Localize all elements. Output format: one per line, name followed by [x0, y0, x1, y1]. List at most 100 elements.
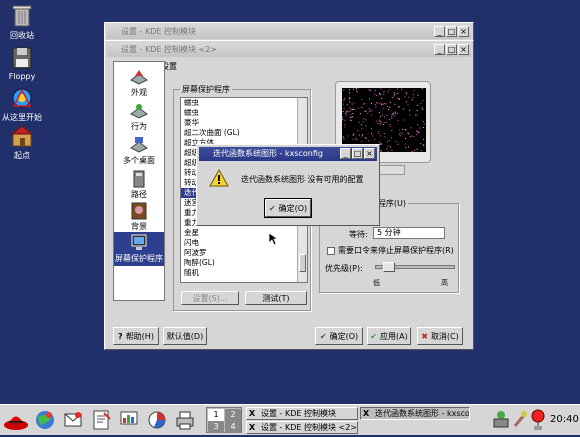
multiple-desktops-icon	[129, 136, 149, 154]
saver-list-item[interactable]: 阿波罗	[181, 248, 307, 258]
priority-slider-thumb[interactable]	[383, 262, 395, 272]
minimize-button[interactable]: _	[434, 44, 445, 55]
sidebar-item-label: 背景	[114, 221, 164, 232]
close-button[interactable]: ×	[458, 26, 469, 37]
redhat-start-icon[interactable]	[2, 408, 30, 434]
update-alert-icon[interactable]	[530, 408, 546, 432]
maximize-button[interactable]: □	[446, 26, 457, 37]
printer-icon[interactable]	[174, 409, 196, 431]
apply-button[interactable]: ✔应用(A)	[367, 327, 411, 345]
checkmark-icon: ✔	[320, 332, 327, 341]
mouse-cursor-icon	[268, 232, 278, 249]
task-kcontrol-2[interactable]: X设置 - KDE 控制模块 <2>	[246, 421, 358, 434]
desktop-pager[interactable]: 1 2 3 4	[206, 407, 242, 433]
saver-list-item[interactable]: 超二次曲面 (GL)	[181, 128, 307, 138]
behavior-icon	[129, 102, 149, 120]
x-app-icon: X	[249, 422, 255, 433]
desktop-icon-label: 回收站	[0, 30, 44, 41]
saver-list-item[interactable]: 蠕虫	[181, 98, 307, 108]
tools-tray-icon[interactable]	[512, 409, 528, 429]
password-checkbox-row[interactable]: 需要口令来停止屏幕保护程序(R)	[327, 245, 454, 256]
close-button[interactable]: ×	[458, 44, 469, 55]
sidebar-item-label: 屏幕保护程序	[114, 253, 164, 264]
saver-list-item[interactable]: 金星	[181, 228, 307, 238]
sidebar-item-desktops[interactable]: 多个桌面	[114, 134, 164, 166]
desktop-icon-home[interactable]: 起点	[0, 124, 44, 161]
password-checkbox[interactable]	[327, 247, 335, 255]
desktop-icon-floppy[interactable]: Floppy	[0, 46, 44, 81]
paths-icon	[129, 170, 149, 188]
start-here-icon	[9, 86, 35, 110]
preview-screen	[342, 88, 426, 152]
saver-list-item[interactable]: 陶醉(GL)	[181, 258, 307, 268]
maximize-button[interactable]: □	[352, 148, 363, 159]
priority-low-label: 低	[373, 278, 380, 288]
sidebar-item-label: 行为	[114, 121, 164, 132]
help-icon: ?	[118, 332, 123, 341]
sidebar-item-label: 多个桌面	[114, 155, 164, 166]
task-kxsconfig[interactable]: X迭代函数系统图形 - kxsconfig	[360, 407, 470, 420]
close-button[interactable]: ×	[364, 148, 375, 159]
browser-icon[interactable]	[34, 409, 56, 431]
spreadsheet-icon[interactable]	[146, 409, 168, 431]
maximize-button[interactable]: □	[446, 44, 457, 55]
cancel-button[interactable]: ✖取消(C)	[417, 327, 463, 345]
saver-list-item[interactable]: 闪电	[181, 238, 307, 248]
sidebar-item-paths[interactable]: 路径	[114, 168, 164, 200]
sidebar-item-screensaver[interactable]: 屏幕保护程序	[114, 232, 164, 266]
test-button[interactable]: 测试(T)	[245, 291, 307, 305]
clock: 20:40	[550, 414, 579, 425]
priority-high-label: 高	[441, 278, 448, 288]
desktop-icon-label: Floppy	[0, 72, 44, 81]
desktop-icon-start-here[interactable]: 从这里开始	[0, 86, 44, 123]
sidebar-item-appearance[interactable]: 外观	[114, 66, 164, 98]
screensaver-icon	[129, 234, 149, 252]
setup-button[interactable]: 设置(S)...	[181, 291, 239, 305]
icon-sidebar[interactable]: 外观 行为 多个桌面 路径 背景 屏幕保护程序	[113, 61, 165, 301]
mail-icon[interactable]	[62, 409, 84, 431]
warning-icon	[209, 169, 229, 187]
kxsconfig-dialog[interactable]: 迭代函数系统图形 - kxsconfig _□× 迭代函数系统图形 没有可用的配…	[196, 144, 380, 226]
dialog-message: 迭代函数系统图形 没有可用的配置	[241, 174, 364, 185]
back-window-titlebar[interactable]: 设置 - KDE 控制模块 _□×	[107, 25, 471, 39]
network-tray-icon[interactable]	[492, 409, 510, 429]
task-kcontrol-1[interactable]: X设置 - KDE 控制模块	[246, 407, 358, 420]
home-folder-icon	[9, 124, 35, 148]
saver-list-item[interactable]: 随机	[181, 268, 307, 278]
dialog-ok-button[interactable]: ✔确定(O)	[265, 199, 311, 217]
trash-icon	[9, 4, 35, 28]
help-button[interactable]: ?帮助(H)	[113, 327, 159, 345]
cancel-x-icon: ✖	[421, 332, 428, 341]
presentation-icon[interactable]	[118, 409, 140, 431]
minimize-button[interactable]: _	[340, 148, 351, 159]
taskbar: 1 2 3 4 X设置 - KDE 控制模块 X设置 - KDE 控制模块 <2…	[0, 404, 580, 435]
pager-desktop-4[interactable]: 4	[225, 421, 241, 433]
pager-desktop-3[interactable]: 3	[208, 421, 224, 433]
minimize-button[interactable]: _	[434, 26, 445, 37]
dialog-titlebar[interactable]: 迭代函数系统图形 - kxsconfig _□×	[199, 147, 377, 161]
desktop-icon-trash[interactable]: 回收站	[0, 4, 44, 41]
floppy-icon	[9, 46, 35, 70]
pager-desktop-2[interactable]: 2	[225, 409, 241, 421]
x-app-icon: X	[249, 408, 255, 419]
sidebar-item-label: 路径	[114, 189, 164, 200]
wait-spinbox[interactable]: 5 分钟	[373, 227, 445, 239]
scrollbar-thumb[interactable]	[299, 254, 306, 272]
priority-slider[interactable]	[375, 265, 455, 269]
writer-icon[interactable]	[90, 409, 112, 431]
wait-label: 等待:	[349, 229, 368, 240]
sidebar-item-background[interactable]: 背景	[114, 200, 164, 232]
ok-button[interactable]: ✔确定(O)	[315, 327, 363, 345]
saver-list-item[interactable]: 豪华	[181, 118, 307, 128]
defaults-button[interactable]: 默认值(D)	[163, 327, 207, 345]
main-window-titlebar[interactable]: 设置 - KDE 控制模块 <2> _□×	[107, 43, 471, 57]
pager-desktop-1[interactable]: 1	[208, 409, 224, 421]
appearance-icon	[129, 68, 149, 86]
sidebar-item-behavior[interactable]: 行为	[114, 100, 164, 132]
saver-list-item[interactable]: 蠕虫	[181, 108, 307, 118]
desktop-icon-label: 起点	[0, 150, 44, 161]
priority-label: 优先级(P):	[325, 263, 363, 274]
sidebar-item-label: 外观	[114, 87, 164, 98]
desktop-icon-label: 从这里开始	[0, 112, 44, 123]
apply-checkmark-icon: ✔	[370, 332, 377, 341]
